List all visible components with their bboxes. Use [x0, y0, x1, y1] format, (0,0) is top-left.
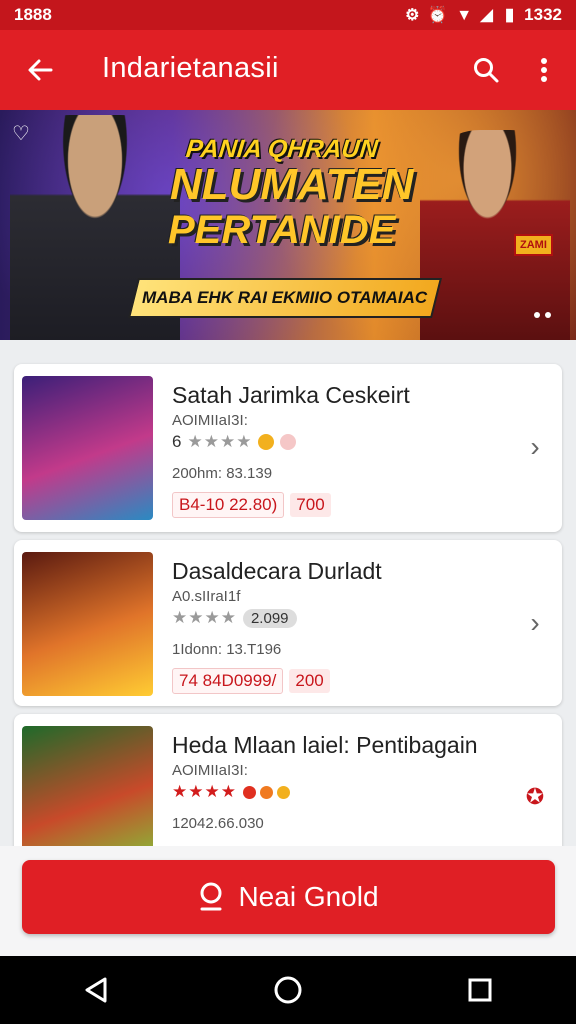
status-bar: 1888 ⚙ ⏰ ▼ ◢ ▮ 1332 — [0, 0, 576, 30]
user-icon — [200, 882, 222, 911]
banner-line-2: NLUMATEN — [170, 160, 414, 209]
game-thumbnail — [22, 552, 153, 696]
star-icons: ★★★★ — [172, 608, 237, 627]
search-icon[interactable] — [466, 50, 506, 90]
price-new: 700 — [290, 493, 331, 517]
game-developer: A0.sIIraI1f — [172, 588, 241, 605]
banner-pager-dots — [534, 312, 551, 318]
game-card-1[interactable]: Satah Jarimka Ceskeirt AOIMIIaI3I: 6 ★★★… — [14, 364, 562, 532]
game-price: 74 84D0999/ 200 — [172, 668, 330, 694]
game-meta: 1Idonn: 13.T196 — [172, 641, 282, 658]
promo-banner[interactable]: ♡ ZAMI PANIA QHRAUN NLUMATEN PERTANIDE M… — [0, 110, 576, 340]
nav-home-icon[interactable] — [264, 966, 312, 1014]
game-title: Heda Mlaan laiel: Pentibagain — [172, 732, 478, 758]
banner-badge: ZAMI — [514, 234, 553, 256]
status-icons: ⚙ ⏰ ▼ ◢ ▮ 1332 — [405, 5, 562, 25]
game-title: Dasaldecara Durladt — [172, 558, 382, 584]
banner-strip-text: MABA EHK RAI EKMIIO OTAMAIAC — [142, 288, 428, 307]
nav-back-icon[interactable] — [72, 966, 120, 1014]
banner-line-3: PERTANIDE — [168, 208, 396, 252]
status-time: 1888 — [14, 5, 52, 24]
gamepad-icon[interactable]: ✪ — [522, 782, 548, 812]
nav-recents-icon[interactable] — [456, 966, 504, 1014]
primary-action-button[interactable]: Neai Gnold — [22, 860, 555, 934]
game-meta: 12042.66.030 — [172, 815, 264, 832]
page-title: Indarietanasii — [102, 52, 279, 84]
status-battery: 1332 — [524, 5, 562, 24]
game-title: Satah Jarimka Ceskeirt — [172, 382, 410, 408]
heart-icon[interactable]: ♡ — [8, 120, 34, 146]
chevron-right-icon[interactable]: › — [522, 607, 548, 638]
star-icons: ★★★★ — [187, 432, 253, 451]
rating-count-badge: 2.099 — [242, 608, 297, 628]
game-card-2[interactable]: Dasaldecara Durladt A0.sIIraI1f ★★★★ 2.0… — [14, 540, 562, 706]
game-developer: AOIMIIaI3I: — [172, 762, 248, 779]
price-old: 74 84D0999/ — [172, 668, 284, 694]
notification-icons: ⚙ ⏰ ▼ ◢ — [405, 7, 495, 24]
more-vert-icon[interactable] — [528, 50, 560, 90]
system-nav-bar — [0, 956, 576, 1024]
coin-icon — [258, 434, 275, 450]
price-new: 200 — [289, 669, 330, 693]
game-developer: AOIMIIaI3I: — [172, 412, 248, 429]
app-bar: Indarietanasii — [0, 30, 576, 110]
game-meta: 200hm: 83.139 — [172, 465, 273, 482]
price-old: B4-10 22.80) — [172, 492, 285, 518]
chevron-right-icon[interactable]: › — [522, 431, 548, 462]
heart-badge-icon — [280, 434, 297, 450]
banner-strip: MABA EHK RAI EKMIIO OTAMAIAC — [128, 278, 442, 318]
game-rating: ★★★★ — [172, 782, 290, 802]
coin-icons — [242, 785, 290, 799]
game-rating: 6 ★★★★ — [172, 432, 297, 452]
rating-prefix: 6 — [172, 432, 182, 451]
game-thumbnail — [22, 376, 153, 520]
primary-action-label: Neai Gnold — [238, 881, 379, 912]
star-icons: ★★★★ — [172, 782, 237, 801]
game-rating: ★★★★ 2.099 — [172, 608, 297, 628]
battery-icon: ▮ — [504, 5, 515, 24]
game-price: B4-10 22.80) 700 — [172, 492, 331, 518]
back-arrow-icon[interactable] — [20, 50, 60, 90]
